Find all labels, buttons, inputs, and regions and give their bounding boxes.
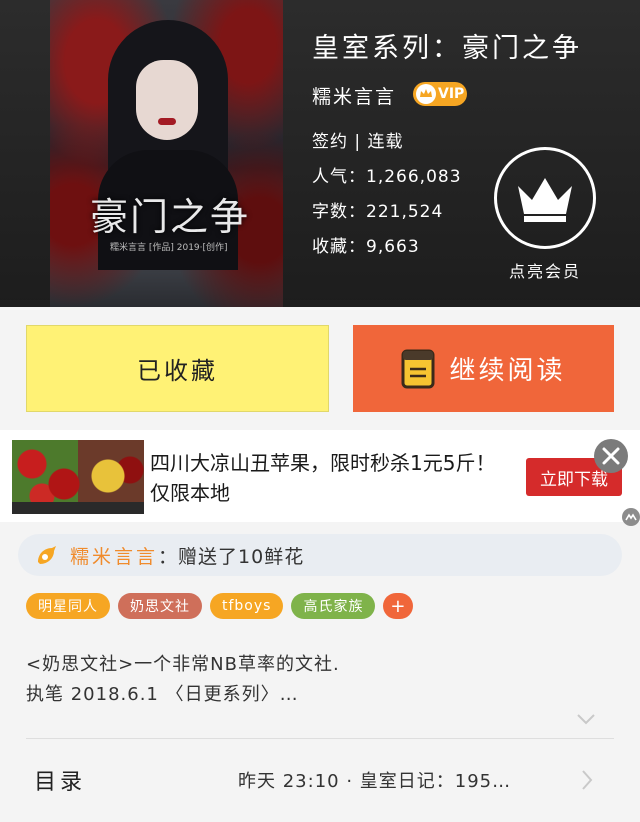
ad-mark-icon [622, 508, 640, 526]
description-line: 执笔 2018.6.1 〈日更系列〉… [26, 684, 299, 705]
member-label[interactable]: 点亮会员 [494, 258, 596, 282]
close-icon [602, 447, 620, 465]
chevron-right-icon [582, 770, 593, 790]
description-line: <奶思文社>一个非常NB草率的文社. [26, 654, 340, 675]
latest-chapter: 昨天 23:10 · 皇室日记：195… [238, 771, 512, 792]
book-cover[interactable]: 豪门之争 糯米言言 [作品] 2019·[创作] [50, 0, 283, 307]
flower-icon [38, 546, 56, 564]
book-word-count: 字数：221,524 [312, 202, 444, 222]
tag-item[interactable]: tfboys [210, 593, 284, 619]
tag-item[interactable]: 高氏家族 [291, 593, 376, 619]
ad-text[interactable]: 四川大凉山丑苹果，限时秒杀1元5斤！仅限本地 [150, 448, 510, 508]
tag-list: 明星同人 奶思文社 tfboys 高氏家族 + [26, 593, 414, 619]
author-name[interactable]: 糯米言言 [312, 82, 396, 109]
cover-subtitle: 糯米言言 [作品] 2019·[创作] [110, 243, 228, 253]
ad-image[interactable] [12, 440, 144, 514]
ad-close-button[interactable] [594, 439, 628, 473]
cover-figure-lips [158, 118, 176, 125]
ad-image-strip [12, 502, 144, 514]
continue-reading-button[interactable]: 继续阅读 [353, 325, 614, 412]
gift-action: ：赠送了10鲜花 [158, 545, 305, 568]
catalog-row[interactable]: 目录 昨天 23:10 · 皇室日记：195… [0, 740, 640, 820]
book-icon [401, 349, 435, 388]
book-header: 豪门之争 糯米言言 [作品] 2019·[创作] 皇室系列：豪门之争 糯米言言 … [0, 0, 640, 307]
vip-label: VIP [438, 86, 465, 102]
tag-item[interactable]: 明星同人 [26, 593, 110, 619]
chevron-down-icon[interactable] [576, 712, 596, 726]
add-tag-button[interactable]: + [383, 593, 414, 619]
vip-badge: VIP [413, 82, 467, 106]
crown-icon [416, 84, 436, 104]
divider [26, 738, 614, 739]
book-status: 签约 | 连载 [312, 132, 404, 152]
member-button[interactable] [494, 147, 596, 249]
tag-item[interactable]: 奶思文社 [118, 593, 202, 619]
favorited-button[interactable]: 已收藏 [26, 325, 329, 412]
book-favorites: 收藏：9,663 [312, 237, 420, 257]
book-description[interactable]: <奶思文社>一个非常NB草率的文社. 执笔 2018.6.1 〈日更系列〉… [26, 650, 606, 710]
catalog-label: 目录 [34, 770, 87, 795]
crown-icon [518, 178, 572, 222]
gift-user[interactable]: 糯米言言 [70, 542, 158, 569]
cover-title: 豪门之争 [90, 195, 251, 239]
gift-notice[interactable]: 糯米言言 ：赠送了10鲜花 [18, 534, 622, 576]
book-title: 皇室系列：豪门之争 [312, 33, 582, 64]
book-popularity: 人气：1,266,083 [312, 167, 462, 187]
cover-figure-face [136, 60, 198, 140]
continue-reading-label: 继续阅读 [449, 356, 566, 386]
